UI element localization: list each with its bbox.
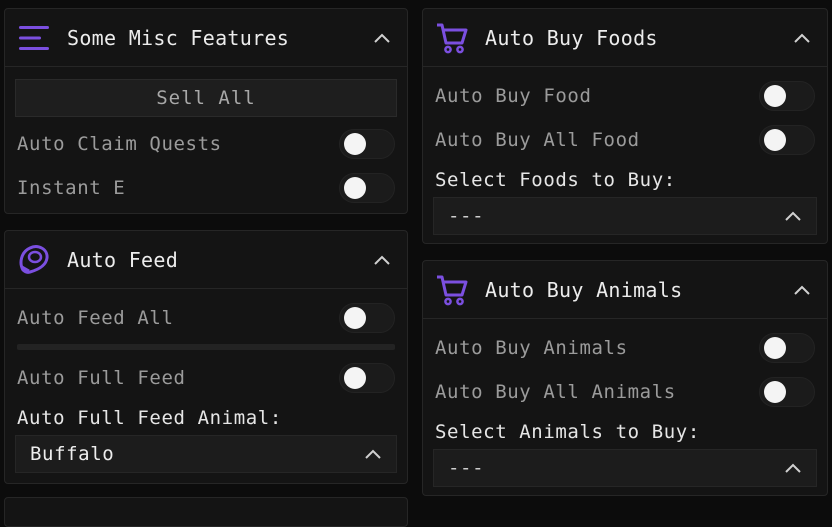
divider-track <box>17 344 395 350</box>
auto-buy-animals-panel: Auto Buy Animals Auto Buy Animals Auto B… <box>422 260 828 496</box>
sell-all-button[interactable]: Sell All <box>15 79 397 117</box>
auto-buy-animals-header[interactable]: Auto Buy Animals <box>423 261 827 319</box>
auto-buy-all-animals-toggle[interactable] <box>759 377 815 407</box>
auto-full-feed-toggle[interactable] <box>339 363 395 393</box>
instant-e-toggle[interactable] <box>339 173 395 203</box>
chevron-up-icon <box>784 459 802 478</box>
toggle-label: Instant E <box>17 177 126 199</box>
select-animals-dropdown[interactable]: --- <box>433 449 817 487</box>
misc-features-header[interactable]: Some Misc Features <box>5 9 407 67</box>
chevron-up-icon <box>784 207 802 226</box>
auto-buy-all-food-toggle[interactable] <box>759 125 815 155</box>
chevron-up-icon <box>364 445 382 464</box>
panel-title: Auto Feed <box>67 247 179 272</box>
chevron-up-icon[interactable] <box>371 27 393 49</box>
auto-buy-food-toggle[interactable] <box>759 81 815 111</box>
toggle-row-auto-buy-all-animals: Auto Buy All Animals <box>435 375 815 409</box>
toggle-label: Auto Buy Animals <box>435 337 628 359</box>
cart-icon <box>435 273 469 307</box>
select-animals-label-row: Select Animals to Buy: <box>435 417 815 447</box>
cart-icon <box>435 21 469 55</box>
auto-claim-quests-toggle[interactable] <box>339 129 395 159</box>
toggle-label: Auto Buy Food <box>435 85 592 107</box>
select-foods-label: Select Foods to Buy: <box>435 169 676 191</box>
dropdown-value: --- <box>448 457 485 479</box>
meat-icon <box>17 243 51 277</box>
toggle-row-auto-buy-all-food: Auto Buy All Food <box>435 123 815 157</box>
chevron-up-icon[interactable] <box>791 27 813 49</box>
menu-icon <box>17 21 51 55</box>
auto-feed-panel: Auto Feed Auto Feed All Auto Full Feed A… <box>4 230 408 484</box>
auto-buy-foods-header[interactable]: Auto Buy Foods <box>423 9 827 67</box>
panel-title: Auto Buy Animals <box>485 277 683 302</box>
select-animals-label: Select Animals to Buy: <box>435 421 700 443</box>
panel-title: Some Misc Features <box>67 25 290 50</box>
select-foods-dropdown[interactable]: --- <box>433 197 817 235</box>
full-feed-animal-label-row: Auto Full Feed Animal: <box>17 403 395 433</box>
toggle-row-auto-feed-all: Auto Feed All <box>17 301 395 335</box>
auto-feed-header[interactable]: Auto Feed <box>5 231 407 289</box>
toggle-row-instant-e: Instant E <box>17 171 395 205</box>
select-foods-label-row: Select Foods to Buy: <box>435 165 815 195</box>
toggle-row-auto-full-feed: Auto Full Feed <box>17 361 395 395</box>
toggle-label: Auto Full Feed <box>17 367 186 389</box>
toggle-row-auto-buy-animals: Auto Buy Animals <box>435 331 815 365</box>
toggle-row-auto-buy-food: Auto Buy Food <box>435 79 815 113</box>
auto-buy-animals-toggle[interactable] <box>759 333 815 363</box>
auto-buy-foods-panel: Auto Buy Foods Auto Buy Food Auto Buy Al… <box>422 8 828 244</box>
toggle-label: Auto Feed All <box>17 307 174 329</box>
toggle-row-auto-claim-quests: Auto Claim Quests <box>17 127 395 161</box>
toggle-label: Auto Claim Quests <box>17 133 222 155</box>
collapsed-panel-partial <box>4 497 408 527</box>
chevron-up-icon[interactable] <box>791 279 813 301</box>
toggle-label: Auto Buy All Animals <box>435 381 676 403</box>
auto-feed-all-toggle[interactable] <box>339 303 395 333</box>
panel-title: Auto Buy Foods <box>485 25 658 50</box>
misc-features-panel: Some Misc Features Sell All Auto Claim Q… <box>4 8 408 214</box>
full-feed-animal-dropdown[interactable]: Buffalo <box>15 435 397 473</box>
toggle-label: Auto Buy All Food <box>435 129 640 151</box>
full-feed-animal-label: Auto Full Feed Animal: <box>17 407 282 429</box>
dropdown-value: Buffalo <box>30 443 115 465</box>
chevron-up-icon[interactable] <box>371 249 393 271</box>
dropdown-value: --- <box>448 205 485 227</box>
